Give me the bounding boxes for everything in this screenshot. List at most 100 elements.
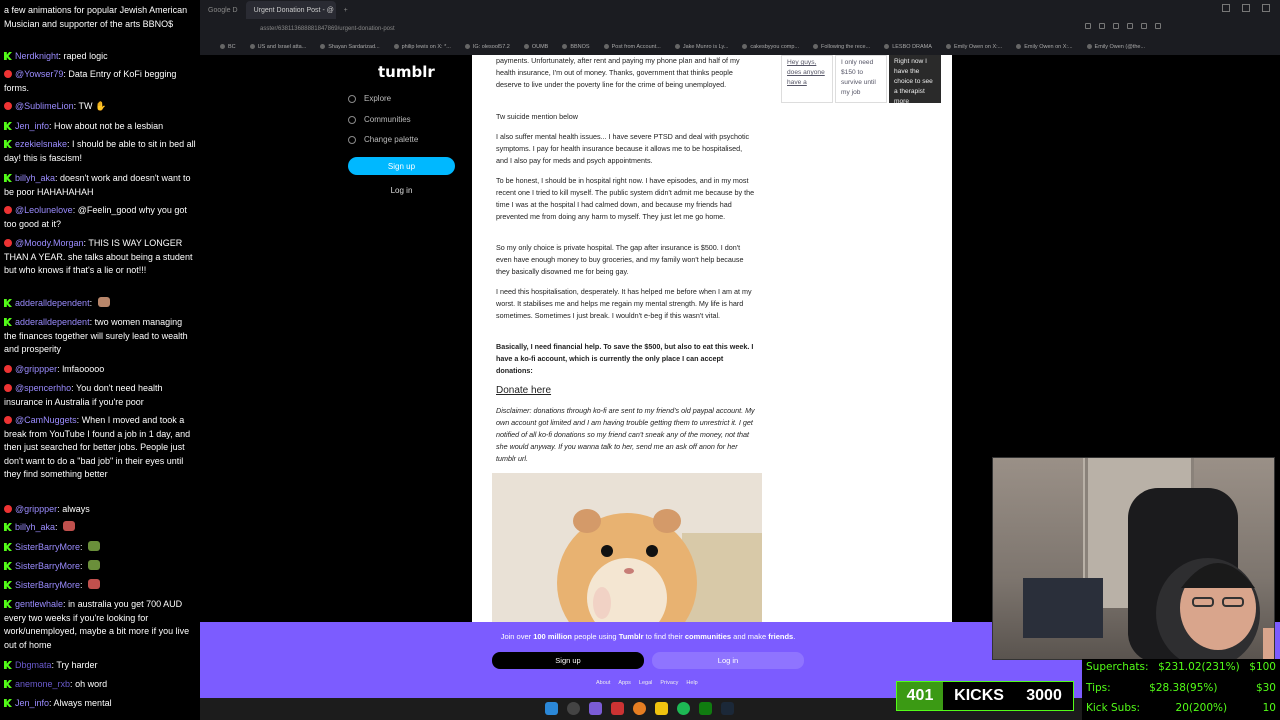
close-icon[interactable] <box>1262 4 1270 12</box>
bookmark-item[interactable]: Shayan Sardarizad... <box>320 44 380 50</box>
chat-username[interactable]: @grippper <box>15 504 57 514</box>
chat-username[interactable]: Nerdknight <box>15 51 59 61</box>
footer-link-help[interactable]: Help <box>686 680 697 686</box>
kick-icon <box>4 318 12 326</box>
superchats-stat: Superchats: $231.02(231%) $100 <box>1086 661 1276 673</box>
emote-icon <box>97 297 110 307</box>
chat-username[interactable]: Dbgmata <box>15 660 52 670</box>
bookmark-item[interactable]: Emily Owen (@the... <box>1086 44 1145 50</box>
bookmark-icon[interactable] <box>1099 23 1105 29</box>
chat-username[interactable]: adderalldependent <box>15 317 90 327</box>
chat-message: billyh_aka: doesn't work and doesn't wan… <box>4 173 191 197</box>
kick-icon <box>4 661 12 669</box>
chat-username[interactable]: @Moody.Morgan <box>15 238 84 248</box>
chat-username[interactable]: SisterBarryMore <box>15 561 80 571</box>
chat-username[interactable]: @SublimeLion <box>15 101 74 111</box>
tumblr-logo[interactable]: tumblr <box>378 63 435 81</box>
chat-text: Always mental <box>53 698 112 708</box>
window-controls <box>1222 4 1270 12</box>
favicon-icon <box>945 44 951 49</box>
share-icon[interactable] <box>1113 23 1119 29</box>
tab-google[interactable]: Google D <box>200 1 246 19</box>
footer-link-legal[interactable]: Legal <box>639 680 652 686</box>
browser-toolbar <box>1085 23 1161 35</box>
youtube-icon <box>4 416 12 424</box>
bookmark-item[interactable]: US and Israel atta... <box>249 44 306 50</box>
kick-icon <box>4 699 12 707</box>
search-icon[interactable] <box>567 702 580 715</box>
login-button[interactable]: Log in <box>348 183 455 197</box>
emote-icon <box>88 541 101 551</box>
favicon-icon <box>1016 44 1022 49</box>
signup-button[interactable]: Sign up <box>348 157 455 175</box>
bookmark-item[interactable]: cakesbyyou comp... <box>742 44 799 50</box>
profile-icon[interactable] <box>1141 23 1147 29</box>
related-post-card[interactable]: I only need $150 to survive until my job <box>835 55 887 103</box>
bookmark-item[interactable]: BBNOS <box>562 44 590 50</box>
bookmark-item[interactable]: OUMB <box>523 44 548 50</box>
banner-login-button[interactable]: Log in <box>652 652 804 669</box>
chat-message: billyh_aka: <box>4 521 197 535</box>
kick-icon <box>4 122 12 130</box>
chat-username[interactable]: anemone_rxb <box>15 679 70 689</box>
bookmark-item[interactable]: Jake Munro is Ly... <box>674 44 728 50</box>
spotify-icon[interactable] <box>677 702 690 715</box>
footer-link-privacy[interactable]: Privacy <box>660 680 678 686</box>
nav-explore[interactable]: Explore <box>348 94 391 103</box>
maximize-icon[interactable] <box>1242 4 1250 12</box>
chat-text: oh word <box>75 679 108 689</box>
bookmark-item[interactable]: IG: olesool57.2 <box>464 44 510 50</box>
chrome-icon[interactable] <box>633 702 646 715</box>
related-post-card[interactable]: Hey guys, does anyone have a <box>781 55 833 103</box>
url-text[interactable]: asster/638113688881847869/urgent-donatio… <box>260 26 395 32</box>
chat-username[interactable]: @grippper <box>15 364 57 374</box>
chat-username[interactable]: Jen_info <box>15 698 49 708</box>
xbox-icon[interactable] <box>699 702 712 715</box>
related-post-card[interactable]: Right now I have the choice to see a the… <box>889 55 941 103</box>
download-icon[interactable] <box>1127 23 1133 29</box>
minimize-icon[interactable] <box>1222 4 1230 12</box>
obs-icon[interactable] <box>611 702 624 715</box>
chat-username[interactable]: SisterBarryMore <box>15 580 80 590</box>
windows-start-icon[interactable] <box>545 702 558 715</box>
folder-icon[interactable] <box>655 702 668 715</box>
nav-communities[interactable]: Communities <box>348 115 411 124</box>
kick-icon <box>4 140 12 148</box>
settings-icon[interactable] <box>1155 23 1161 29</box>
banner-signup-button[interactable]: Sign up <box>492 652 644 669</box>
steam-icon[interactable] <box>721 702 734 715</box>
bookmark-item[interactable]: BC <box>220 44 236 50</box>
chat-username[interactable]: billyh_aka <box>15 522 55 532</box>
new-tab-button[interactable]: + <box>336 1 356 19</box>
chat-username[interactable]: adderalldependent <box>15 298 90 308</box>
extensions-icon[interactable] <box>1085 23 1091 29</box>
chat-username[interactable]: billyh_aka <box>15 173 55 183</box>
bookmark-item[interactable]: Post from Account... <box>603 44 661 50</box>
chat-username[interactable]: @spencerhho <box>15 383 71 393</box>
emote-icon <box>88 579 101 589</box>
app-icon[interactable] <box>589 702 602 715</box>
chat-username[interactable]: gentlewhale <box>15 599 63 609</box>
chat-username[interactable]: @CamNuggets <box>15 415 77 425</box>
chat-username[interactable]: @Yowser79 <box>15 69 63 79</box>
tab-urgent-donation[interactable]: Urgent Donation Post - @ <box>245 1 336 19</box>
bookmark-item[interactable]: Following the rece... <box>812 44 870 50</box>
chat-message: adderalldependent: two women managing th… <box>4 317 188 354</box>
chat-username[interactable]: Jen_info <box>15 121 49 131</box>
donate-link[interactable]: Donate here <box>496 385 551 396</box>
footer-link-apps[interactable]: Apps <box>618 680 631 686</box>
nav-change-palette[interactable]: Change palette <box>348 135 418 144</box>
bookmark-item[interactable]: philip lewis on X: *... <box>393 44 451 50</box>
kicks-goal: 3000 <box>1026 687 1062 704</box>
chat-username[interactable]: ezekielsnake <box>15 139 67 149</box>
bookmark-item[interactable]: Emily Owen on X:... <box>1016 44 1073 50</box>
bookmark-item[interactable]: LESBO DRAMA <box>884 44 932 50</box>
banner-text: Join over 100 million people using Tumbl… <box>500 632 796 641</box>
favicon-icon <box>393 44 399 49</box>
chat-username[interactable]: @Leolunelove <box>15 205 73 215</box>
chat-username[interactable]: SisterBarryMore <box>15 542 80 552</box>
favicon-icon <box>523 44 529 49</box>
post-disclaimer: Disclaimer: donations through ko-fi are … <box>496 406 755 463</box>
footer-link-about[interactable]: About <box>596 680 610 686</box>
bookmark-item[interactable]: Emily Owen on X:... <box>945 44 1002 50</box>
